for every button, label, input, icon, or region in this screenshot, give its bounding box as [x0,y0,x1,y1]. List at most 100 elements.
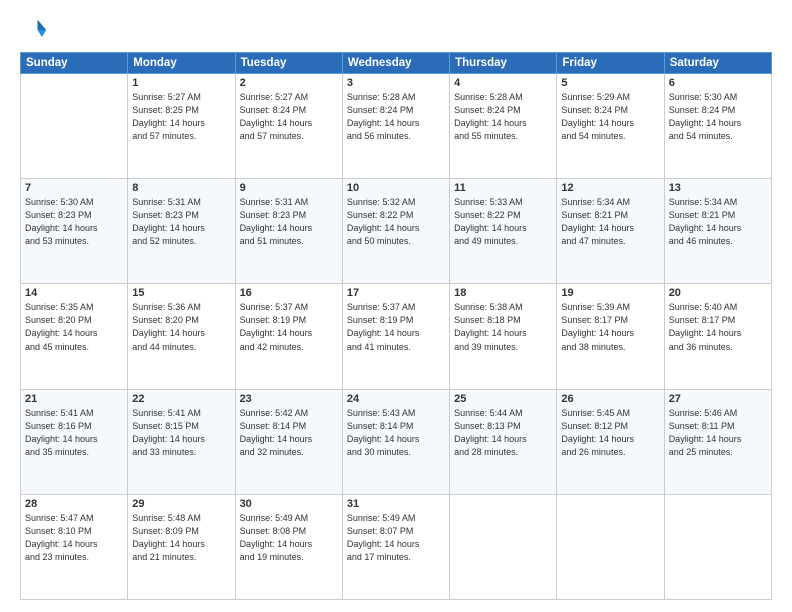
day-number: 3 [347,77,445,89]
day-number: 5 [561,77,659,89]
day-number: 11 [454,182,552,194]
day-number: 8 [132,182,230,194]
calendar-cell: 23 Sunrise: 5:42 AMSunset: 8:14 PMDayligh… [235,389,342,494]
calendar-cell: 18 Sunrise: 5:38 AMSunset: 8:18 PMDayligh… [450,284,557,389]
day-info: Sunrise: 5:43 AMSunset: 8:14 PMDaylight:… [347,407,445,459]
day-number: 7 [25,182,123,194]
day-number: 15 [132,287,230,299]
calendar-cell: 10 Sunrise: 5:32 AMSunset: 8:22 PMDayligh… [342,179,449,284]
page: SundayMondayTuesdayWednesdayThursdayFrid… [0,0,792,612]
calendar-cell: 14 Sunrise: 5:35 AMSunset: 8:20 PMDayligh… [21,284,128,389]
calendar-cell: 15 Sunrise: 5:36 AMSunset: 8:20 PMDayligh… [128,284,235,389]
weekday-header-friday: Friday [557,53,664,74]
day-number: 16 [240,287,338,299]
calendar-cell: 11 Sunrise: 5:33 AMSunset: 8:22 PMDayligh… [450,179,557,284]
day-info: Sunrise: 5:47 AMSunset: 8:10 PMDaylight:… [25,512,123,564]
day-number: 17 [347,287,445,299]
day-number: 18 [454,287,552,299]
day-info: Sunrise: 5:28 AMSunset: 8:24 PMDaylight:… [347,91,445,143]
header [20,16,772,44]
calendar-cell: 2 Sunrise: 5:27 AMSunset: 8:24 PMDaylight… [235,74,342,179]
calendar-cell: 21 Sunrise: 5:41 AMSunset: 8:16 PMDayligh… [21,389,128,494]
day-info: Sunrise: 5:27 AMSunset: 8:25 PMDaylight:… [132,91,230,143]
calendar-cell: 19Sunrise: 5:39 AMSunset: 8:17 PMDayligh… [557,284,664,389]
day-info: Sunrise: 5:42 AMSunset: 8:14 PMDaylight:… [240,407,338,459]
calendar-cell: 24Sunrise: 5:43 AMSunset: 8:14 PMDayligh… [342,389,449,494]
calendar-table: SundayMondayTuesdayWednesdayThursdayFrid… [20,52,772,600]
day-info: Sunrise: 5:30 AMSunset: 8:23 PMDaylight:… [25,196,123,248]
day-info: Sunrise: 5:32 AMSunset: 8:22 PMDaylight:… [347,196,445,248]
calendar-cell: 17Sunrise: 5:37 AMSunset: 8:19 PMDayligh… [342,284,449,389]
calendar-cell [664,494,771,599]
day-info: Sunrise: 5:31 AMSunset: 8:23 PMDaylight:… [240,196,338,248]
day-info: Sunrise: 5:34 AMSunset: 8:21 PMDaylight:… [561,196,659,248]
logo [20,16,50,44]
week-row-1: 1 Sunrise: 5:27 AMSunset: 8:25 PMDaylight… [21,74,772,179]
day-info: Sunrise: 5:44 AMSunset: 8:13 PMDaylight:… [454,407,552,459]
calendar-cell: 1 Sunrise: 5:27 AMSunset: 8:25 PMDaylight… [128,74,235,179]
weekday-header-thursday: Thursday [450,53,557,74]
day-number: 1 [132,77,230,89]
week-row-5: 28 Sunrise: 5:47 AMSunset: 8:10 PMDayligh… [21,494,772,599]
day-number: 9 [240,182,338,194]
calendar-cell: 30Sunrise: 5:49 AMSunset: 8:08 PMDayligh… [235,494,342,599]
day-number: 12 [561,182,659,194]
day-number: 13 [669,182,767,194]
day-number: 31 [347,498,445,510]
calendar-cell: 3 Sunrise: 5:28 AMSunset: 8:24 PMDaylight… [342,74,449,179]
day-info: Sunrise: 5:33 AMSunset: 8:22 PMDaylight:… [454,196,552,248]
weekday-header-saturday: Saturday [664,53,771,74]
day-number: 25 [454,393,552,405]
weekday-header-row: SundayMondayTuesdayWednesdayThursdayFrid… [21,53,772,74]
calendar-cell: 9 Sunrise: 5:31 AMSunset: 8:23 PMDaylight… [235,179,342,284]
week-row-2: 7 Sunrise: 5:30 AMSunset: 8:23 PMDaylight… [21,179,772,284]
calendar-cell: 20Sunrise: 5:40 AMSunset: 8:17 PMDayligh… [664,284,771,389]
day-number: 4 [454,77,552,89]
calendar-cell: 8 Sunrise: 5:31 AMSunset: 8:23 PMDaylight… [128,179,235,284]
day-info: Sunrise: 5:48 AMSunset: 8:09 PMDaylight:… [132,512,230,564]
calendar-cell: 12 Sunrise: 5:34 AMSunset: 8:21 PMDayligh… [557,179,664,284]
weekday-header-sunday: Sunday [21,53,128,74]
day-info: Sunrise: 5:37 AMSunset: 8:19 PMDaylight:… [240,301,338,353]
calendar-cell: 22Sunrise: 5:41 AMSunset: 8:15 PMDayligh… [128,389,235,494]
weekday-header-tuesday: Tuesday [235,53,342,74]
weekday-header-wednesday: Wednesday [342,53,449,74]
day-number: 28 [25,498,123,510]
day-number: 10 [347,182,445,194]
calendar-cell: 4 Sunrise: 5:28 AMSunset: 8:24 PMDaylight… [450,74,557,179]
calendar-cell: 25 Sunrise: 5:44 AMSunset: 8:13 PMDayligh… [450,389,557,494]
day-info: Sunrise: 5:31 AMSunset: 8:23 PMDaylight:… [132,196,230,248]
day-number: 26 [561,393,659,405]
day-info: Sunrise: 5:34 AMSunset: 8:21 PMDaylight:… [669,196,767,248]
day-info: Sunrise: 5:38 AMSunset: 8:18 PMDaylight:… [454,301,552,353]
day-number: 21 [25,393,123,405]
day-info: Sunrise: 5:29 AMSunset: 8:24 PMDaylight:… [561,91,659,143]
day-number: 14 [25,287,123,299]
calendar-cell: 27Sunrise: 5:46 AMSunset: 8:11 PMDayligh… [664,389,771,494]
day-number: 22 [132,393,230,405]
day-info: Sunrise: 5:35 AMSunset: 8:20 PMDaylight:… [25,301,123,353]
day-number: 29 [132,498,230,510]
day-info: Sunrise: 5:30 AMSunset: 8:24 PMDaylight:… [669,91,767,143]
calendar-cell [557,494,664,599]
day-number: 19 [561,287,659,299]
day-info: Sunrise: 5:28 AMSunset: 8:24 PMDaylight:… [454,91,552,143]
calendar-cell: 28 Sunrise: 5:47 AMSunset: 8:10 PMDayligh… [21,494,128,599]
day-number: 2 [240,77,338,89]
calendar-cell: 16 Sunrise: 5:37 AMSunset: 8:19 PMDayligh… [235,284,342,389]
day-info: Sunrise: 5:27 AMSunset: 8:24 PMDaylight:… [240,91,338,143]
day-info: Sunrise: 5:46 AMSunset: 8:11 PMDaylight:… [669,407,767,459]
week-row-4: 21 Sunrise: 5:41 AMSunset: 8:16 PMDayligh… [21,389,772,494]
calendar-cell: 13 Sunrise: 5:34 AMSunset: 8:21 PMDayligh… [664,179,771,284]
calendar-cell: 26 Sunrise: 5:45 AMSunset: 8:12 PMDayligh… [557,389,664,494]
day-info: Sunrise: 5:45 AMSunset: 8:12 PMDaylight:… [561,407,659,459]
calendar-cell: 7 Sunrise: 5:30 AMSunset: 8:23 PMDaylight… [21,179,128,284]
day-number: 30 [240,498,338,510]
logo-icon [20,16,48,44]
week-row-3: 14 Sunrise: 5:35 AMSunset: 8:20 PMDayligh… [21,284,772,389]
day-number: 6 [669,77,767,89]
day-number: 23 [240,393,338,405]
calendar-cell: 6 Sunrise: 5:30 AMSunset: 8:24 PMDaylight… [664,74,771,179]
day-info: Sunrise: 5:36 AMSunset: 8:20 PMDaylight:… [132,301,230,353]
day-info: Sunrise: 5:41 AMSunset: 8:16 PMDaylight:… [25,407,123,459]
